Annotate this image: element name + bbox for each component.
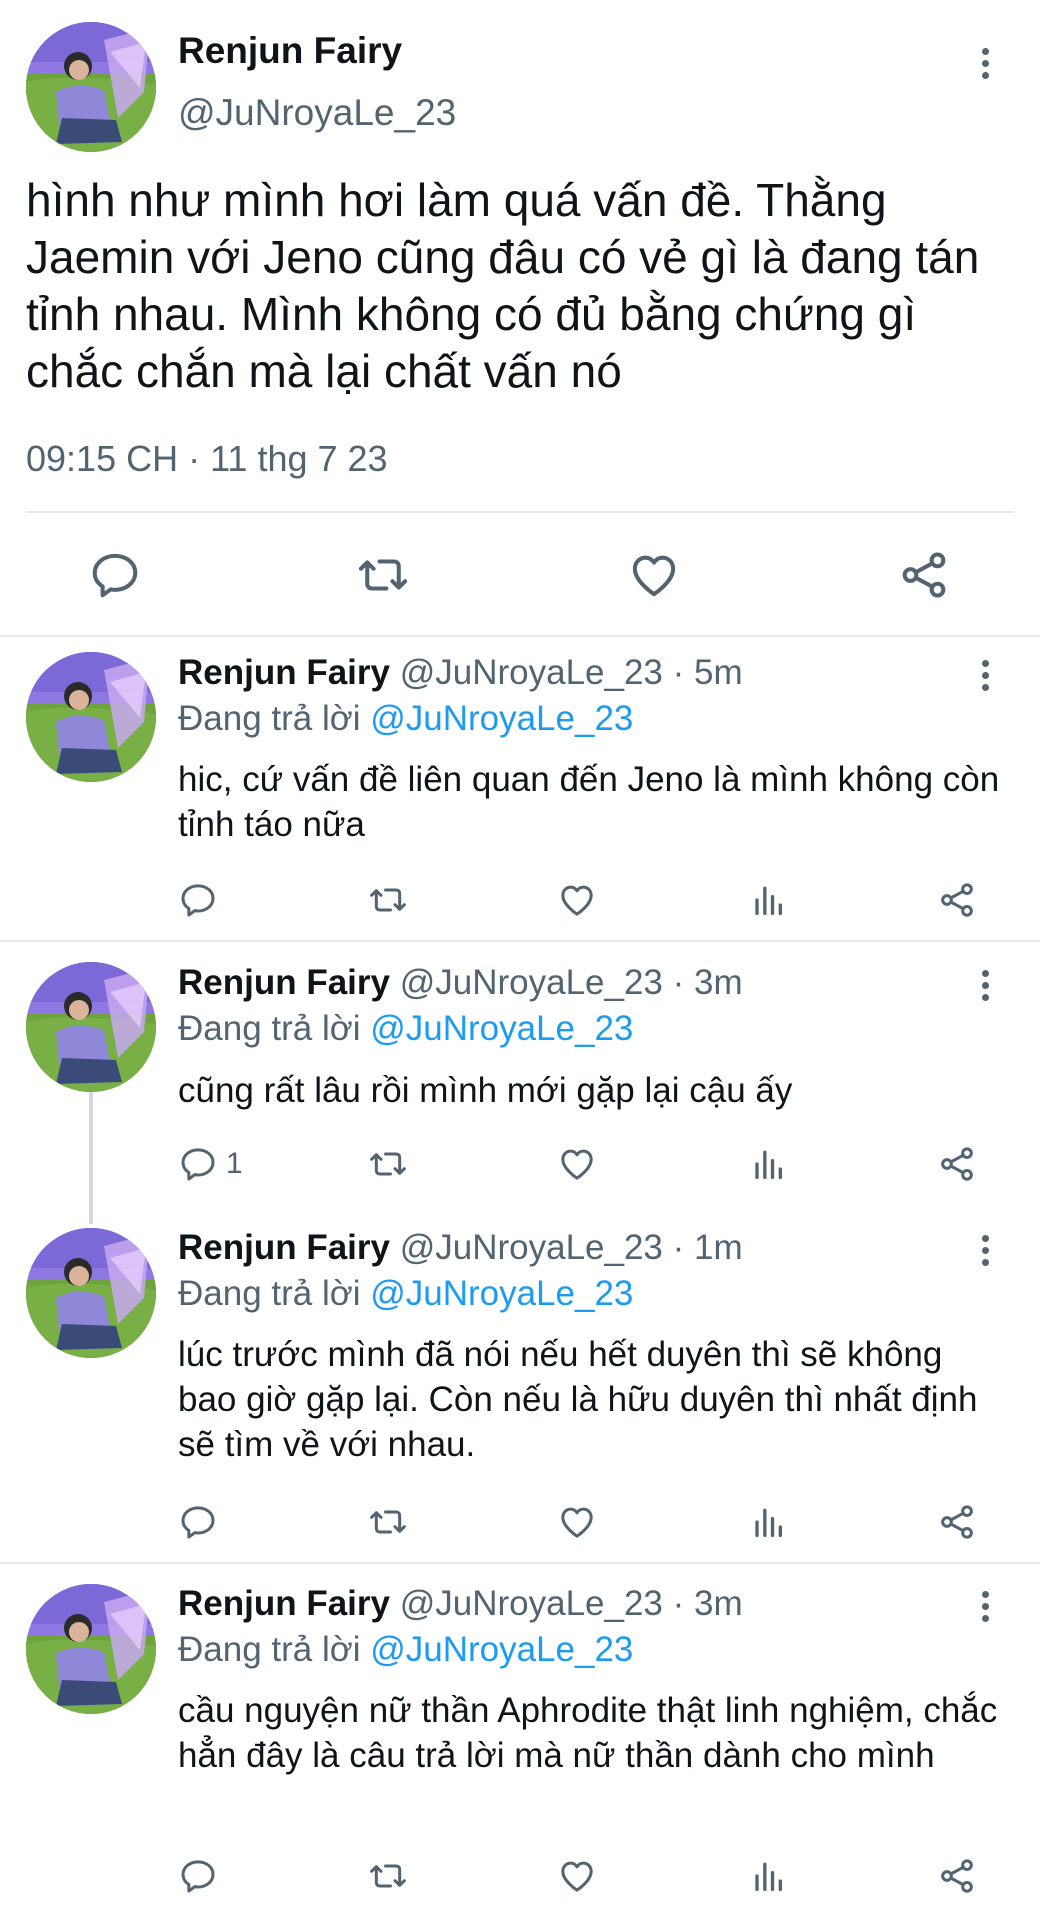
mention-link[interactable]: @JuNroyaLe_23 [370,1630,633,1669]
replying-prefix: Đang trả lời [178,1630,361,1669]
more-options-icon[interactable] [975,48,995,88]
stats-icon[interactable] [747,1502,787,1542]
replying-to: Đang trả lời @JuNroyaLe_23 [178,699,633,739]
mention-link[interactable]: @JuNroyaLe_23 [370,699,633,738]
reply-text: lúc trước mình đã nói nếu hết duyên thì … [178,1335,978,1464]
reply-handle-time: @JuNroyaLe_23 · 5m [399,653,743,692]
author-name[interactable]: Renjun Fairy [178,30,402,72]
replying-prefix: Đang trả lời [178,1009,361,1048]
share-icon[interactable] [937,880,977,920]
reply-header[interactable]: Renjun Fairy @JuNroyaLe_23 · 3m [178,1584,743,1624]
share-icon[interactable] [937,1144,977,1184]
reply-handle-time: @JuNroyaLe_23 · 1m [399,1228,743,1267]
mention-link[interactable]: @JuNroyaLe_23 [370,1274,633,1313]
more-options-icon[interactable] [975,970,995,1010]
avatar[interactable] [26,1228,156,1358]
author-handle[interactable]: @JuNroyaLe_23 [178,92,456,134]
reply-icon[interactable]: 1 [178,1144,243,1184]
reply-author-name[interactable]: Renjun Fairy [178,1228,390,1267]
stats-icon[interactable] [747,1144,787,1184]
like-icon[interactable] [557,1144,597,1184]
retweet-icon[interactable] [367,880,409,920]
divider [26,511,1014,513]
stats-icon[interactable] [747,880,787,920]
retweet-icon[interactable] [367,1856,409,1896]
more-options-icon[interactable] [975,1235,995,1275]
share-icon[interactable] [937,1502,977,1542]
replying-to: Đang trả lời @JuNroyaLe_23 [178,1274,633,1314]
reply-count: 1 [226,1147,243,1180]
mention-link[interactable]: @JuNroyaLe_23 [370,1009,633,1048]
share-icon[interactable] [937,1856,977,1896]
reply-header[interactable]: Renjun Fairy @JuNroyaLe_23 · 5m [178,653,743,693]
reply-header[interactable]: Renjun Fairy @JuNroyaLe_23 · 1m [178,1228,743,1268]
like-icon[interactable] [557,880,597,920]
stats-icon[interactable] [747,1856,787,1896]
reply-text: cũng rất lâu rồi mình mới gặp lại cậu ấy [178,1071,793,1110]
avatar[interactable] [26,652,156,782]
reply-handle-time: @JuNroyaLe_23 · 3m [399,1584,743,1623]
thread-line [89,1092,93,1224]
reply-icon[interactable] [88,548,142,602]
reply-text: hic, cứ vấn đề liên quan đến Jeno là mìn… [178,760,1000,844]
like-icon[interactable] [627,548,681,602]
divider [0,940,1040,942]
retweet-icon[interactable] [355,548,411,602]
reply-handle-time: @JuNroyaLe_23 · 3m [399,963,743,1002]
reply-author-name[interactable]: Renjun Fairy [178,653,390,692]
replying-to: Đang trả lời @JuNroyaLe_23 [178,1630,633,1670]
like-icon[interactable] [557,1856,597,1896]
reply-icon[interactable] [178,880,218,920]
replying-prefix: Đang trả lời [178,699,361,738]
reply-author-name[interactable]: Renjun Fairy [178,1584,390,1623]
tweet-text: hình như mình hơi làm quá vấn đề. Thằng … [26,174,980,397]
like-icon[interactable] [557,1502,597,1542]
retweet-icon[interactable] [367,1502,409,1542]
retweet-icon[interactable] [367,1144,409,1184]
tweet-timestamp[interactable]: 09:15 CH · 11 thg 7 23 [26,438,388,480]
reply-icon[interactable] [178,1502,218,1542]
reply-icon[interactable] [178,1856,218,1896]
replying-to: Đang trả lời @JuNroyaLe_23 [178,1009,633,1049]
reply-header[interactable]: Renjun Fairy @JuNroyaLe_23 · 3m [178,963,743,1003]
more-options-icon[interactable] [975,660,995,700]
more-options-icon[interactable] [975,1591,995,1631]
replying-prefix: Đang trả lời [178,1274,361,1313]
avatar[interactable] [26,1584,156,1714]
divider [0,1562,1040,1564]
avatar[interactable] [26,22,156,152]
reply-author-name[interactable]: Renjun Fairy [178,963,390,1002]
avatar[interactable] [26,962,156,1092]
divider [0,635,1040,637]
reply-text: cầu nguyện nữ thần Aphrodite thật linh n… [178,1691,998,1775]
share-icon[interactable] [897,548,951,602]
